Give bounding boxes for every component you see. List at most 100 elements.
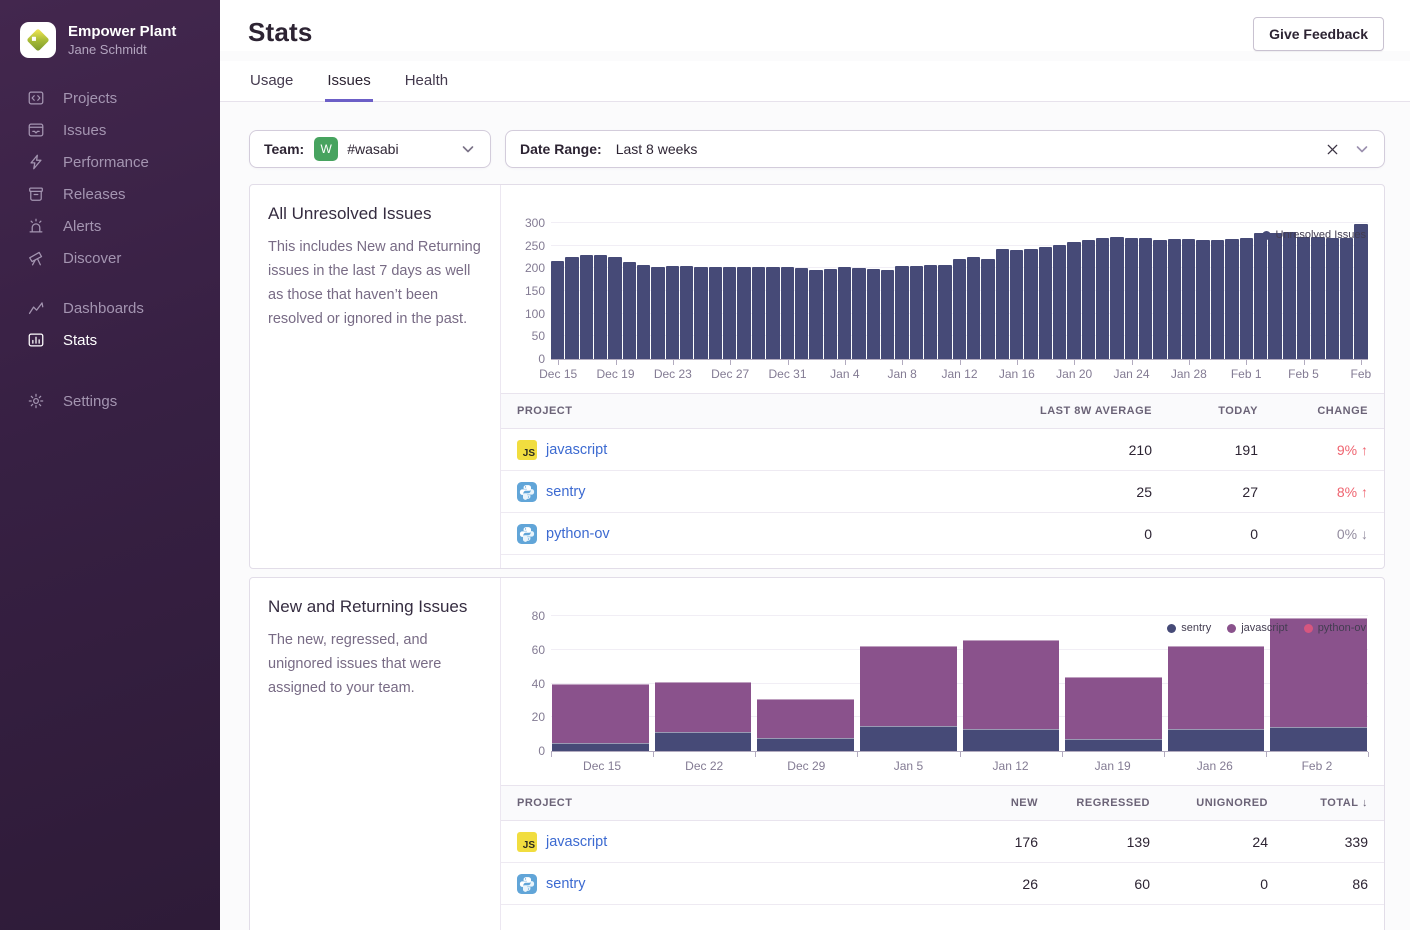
sidebar-item-releases[interactable]: Releases: [0, 178, 220, 210]
chevron-down-icon[interactable]: [1354, 141, 1370, 157]
column-header-last-8w-average[interactable]: Last 8w Average: [982, 405, 1152, 417]
bar[interactable]: [1110, 237, 1123, 359]
bar[interactable]: [1268, 233, 1281, 359]
bar[interactable]: [694, 267, 707, 359]
bar[interactable]: [565, 257, 578, 359]
bar[interactable]: [580, 255, 593, 359]
column-header-today[interactable]: Today: [1152, 405, 1258, 417]
sidebar-item-performance[interactable]: Performance: [0, 146, 220, 178]
bar[interactable]: [608, 257, 621, 359]
column-header-regressed[interactable]: Regressed: [1038, 797, 1150, 809]
bar[interactable]: [637, 265, 650, 359]
sidebar-item-settings[interactable]: Settings: [0, 385, 220, 417]
chevron-down-icon[interactable]: [460, 141, 476, 157]
stacked-bar[interactable]: [1168, 616, 1265, 751]
bar[interactable]: [1211, 240, 1224, 359]
bar[interactable]: [737, 267, 750, 359]
bar[interactable]: [1182, 239, 1195, 359]
bar[interactable]: [1024, 249, 1037, 359]
bar[interactable]: [838, 267, 851, 359]
bar[interactable]: [881, 270, 894, 359]
bar[interactable]: [953, 259, 966, 359]
column-header-unignored[interactable]: Unignored: [1150, 797, 1268, 809]
tab-issues[interactable]: Issues: [325, 61, 372, 102]
bar[interactable]: [1082, 240, 1095, 359]
stacked-bar[interactable]: [1270, 616, 1367, 751]
team-select[interactable]: Team: W #wasabi: [249, 130, 491, 168]
column-header-project[interactable]: Project: [517, 797, 938, 809]
project-link[interactable]: javascript: [546, 442, 607, 458]
give-feedback-button[interactable]: Give Feedback: [1253, 17, 1384, 51]
bar[interactable]: [781, 267, 794, 359]
bar[interactable]: [1254, 233, 1267, 359]
org-switcher[interactable]: Empower Plant Jane Schmidt: [0, 0, 220, 76]
bar[interactable]: [1225, 239, 1238, 359]
legend-item[interactable]: python-ov: [1304, 622, 1366, 634]
column-header-new[interactable]: New: [938, 797, 1038, 809]
sidebar-item-issues[interactable]: Issues: [0, 114, 220, 146]
bar[interactable]: [910, 266, 923, 359]
bar[interactable]: [809, 270, 822, 359]
legend-item[interactable]: sentry: [1167, 622, 1211, 634]
bar[interactable]: [594, 255, 607, 359]
bar[interactable]: [723, 267, 736, 359]
bar[interactable]: [1354, 224, 1367, 359]
column-header-total[interactable]: Total ↓: [1268, 797, 1368, 809]
legend-item[interactable]: Unresolved Issues: [1262, 229, 1367, 241]
project-link[interactable]: python-ov: [546, 526, 610, 542]
stacked-bar[interactable]: [757, 616, 854, 751]
bar[interactable]: [1139, 238, 1152, 359]
bar[interactable]: [1240, 238, 1253, 359]
sidebar-item-projects[interactable]: Projects: [0, 82, 220, 114]
column-header-project[interactable]: Project: [517, 405, 982, 417]
bar[interactable]: [867, 269, 880, 359]
bar[interactable]: [1010, 250, 1023, 359]
bar[interactable]: [1153, 240, 1166, 359]
bar[interactable]: [1326, 238, 1339, 359]
bar[interactable]: [1125, 238, 1138, 359]
bar[interactable]: [651, 267, 664, 359]
bar[interactable]: [1067, 242, 1080, 359]
bar[interactable]: [938, 265, 951, 359]
sidebar-item-alerts[interactable]: Alerts: [0, 210, 220, 242]
bar[interactable]: [709, 267, 722, 359]
stacked-bar[interactable]: [552, 616, 649, 751]
bar[interactable]: [1039, 247, 1052, 359]
bar[interactable]: [981, 259, 994, 359]
stacked-bar[interactable]: [963, 616, 1060, 751]
stacked-bar[interactable]: [1065, 616, 1162, 751]
bar[interactable]: [795, 268, 808, 359]
bar[interactable]: [551, 261, 564, 359]
bar[interactable]: [1340, 238, 1353, 359]
column-header-change[interactable]: Change: [1258, 405, 1368, 417]
bar[interactable]: [1297, 237, 1310, 359]
bar[interactable]: [824, 269, 837, 359]
bar[interactable]: [666, 266, 679, 359]
tab-usage[interactable]: Usage: [248, 61, 295, 102]
bar[interactable]: [623, 262, 636, 359]
bar[interactable]: [1096, 238, 1109, 359]
legend-item[interactable]: javascript: [1227, 622, 1287, 634]
sidebar-item-dashboards[interactable]: Dashboards: [0, 292, 220, 324]
bar[interactable]: [1053, 245, 1066, 359]
bar[interactable]: [895, 266, 908, 359]
bar[interactable]: [680, 266, 693, 359]
clear-icon[interactable]: [1325, 142, 1340, 157]
bar[interactable]: [1283, 232, 1296, 359]
bar[interactable]: [1168, 239, 1181, 359]
bar[interactable]: [852, 268, 865, 359]
tab-health[interactable]: Health: [403, 61, 450, 102]
stacked-bar[interactable]: [655, 616, 752, 751]
bar[interactable]: [1311, 237, 1324, 359]
bar[interactable]: [1196, 240, 1209, 359]
sidebar-item-discover[interactable]: Discover: [0, 242, 220, 274]
bar[interactable]: [967, 257, 980, 359]
sidebar-item-stats[interactable]: Stats: [0, 324, 220, 356]
bar[interactable]: [752, 267, 765, 359]
bar[interactable]: [924, 265, 937, 359]
bar[interactable]: [766, 267, 779, 359]
date-range-select[interactable]: Date Range: Last 8 weeks: [505, 130, 1385, 168]
stacked-bar[interactable]: [860, 616, 957, 751]
bar[interactable]: [996, 249, 1009, 359]
project-link[interactable]: sentry: [546, 876, 586, 892]
